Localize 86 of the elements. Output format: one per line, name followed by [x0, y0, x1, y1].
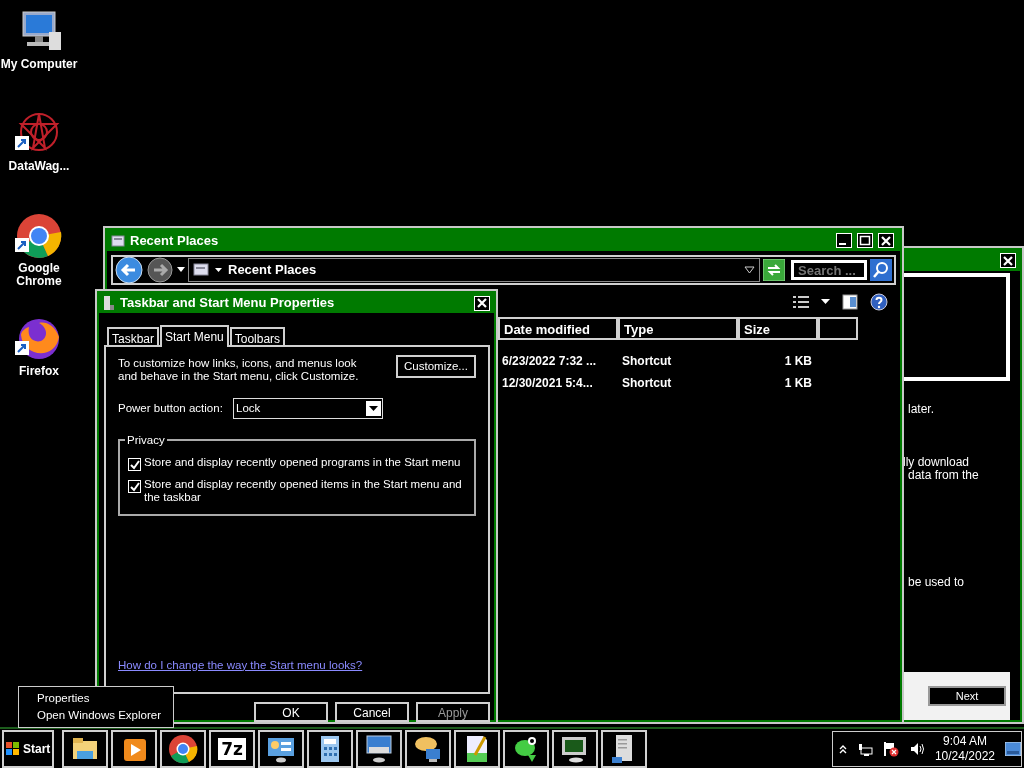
- checkbox[interactable]: [128, 480, 141, 494]
- column-header[interactable]: [818, 317, 858, 340]
- checkbox-label[interactable]: Store and display recently opened items in the Start menu and the taskbar: [144, 478, 464, 505]
- taskbar-button[interactable]: [111, 729, 157, 768]
- clock[interactable]: 9:04 AM 10/24/2022: [934, 733, 995, 764]
- flag-error-icon[interactable]: [882, 740, 899, 757]
- table-cell-text: 12/30/2021 5:4...: [501, 375, 594, 388]
- menu-item[interactable]: Properties: [19, 690, 173, 707]
- windows-logo-icon: [6, 741, 20, 756]
- dropdown-arrow-icon[interactable]: [744, 266, 755, 274]
- icon-label[interactable]: My Computer: [0, 58, 78, 71]
- help-icon[interactable]: [870, 293, 888, 311]
- show-desktop-button[interactable]: [1005, 741, 1021, 756]
- checkbox[interactable]: [128, 458, 141, 472]
- address-bar[interactable]: Recent Places: [188, 258, 760, 282]
- tab[interactable]: Taskbar: [107, 327, 160, 346]
- help-link[interactable]: How do I change the way the Start menu looks?: [118, 656, 363, 674]
- folder-icon: [111, 233, 125, 248]
- body-text: be used to: [908, 576, 966, 589]
- dialog-button[interactable]: OK: [254, 702, 328, 722]
- chevron-icon[interactable]: [838, 743, 847, 754]
- folder-icon: [193, 262, 209, 278]
- table-cell-text: Shortcut: [621, 353, 673, 366]
- taskbar-button[interactable]: 7z: [209, 729, 255, 768]
- taskbar-button[interactable]: [307, 729, 353, 768]
- power-action-dropdown[interactable]: Lock: [233, 398, 383, 420]
- column-header[interactable]: Type: [618, 317, 738, 340]
- taskbar-button[interactable]: [405, 729, 451, 768]
- search-field[interactable]: Search ...: [791, 260, 867, 280]
- taskbar-button[interactable]: [552, 729, 598, 768]
- minimize-button[interactable]: [836, 233, 852, 248]
- close-button[interactable]: [878, 233, 894, 248]
- close-icon: [1002, 254, 1014, 267]
- table-cell-text: 1 KB: [783, 353, 813, 366]
- caret-icon[interactable]: [177, 267, 185, 273]
- taskbar-button[interactable]: [258, 729, 304, 768]
- table-cell-text: Shortcut: [621, 375, 673, 388]
- view-list-icon[interactable]: [793, 295, 809, 309]
- maximize-icon: [859, 234, 871, 247]
- taskbar-button[interactable]: [356, 729, 402, 768]
- back-button[interactable]: [115, 256, 143, 284]
- menu-item[interactable]: Open Windows Explorer: [19, 707, 173, 724]
- close-button[interactable]: [474, 295, 490, 311]
- tab[interactable]: Start Menu: [160, 325, 229, 348]
- caret-icon: [215, 267, 222, 273]
- icon-label[interactable]: Google Chrome: [0, 262, 78, 288]
- caret-icon[interactable]: [821, 299, 830, 305]
- search-button[interactable]: [870, 259, 892, 281]
- icon-label[interactable]: DataWag...: [8, 160, 70, 173]
- minimize-icon: [839, 243, 846, 245]
- close-button[interactable]: [1000, 253, 1016, 268]
- taskbar-button[interactable]: [454, 729, 500, 768]
- close-icon: [476, 297, 488, 310]
- checkbox-label[interactable]: Store and display recently opened programs in the Start menu: [144, 456, 464, 470]
- window-title: Recent Places: [130, 231, 219, 250]
- taskbar-button[interactable]: [160, 729, 206, 768]
- customize-button[interactable]: Customize...: [396, 355, 476, 379]
- computer-keyboard-icon: [363, 732, 395, 765]
- taskbar-button[interactable]: [601, 729, 647, 768]
- description-text: To customize how links, icons, and menus look and behave in the Start menu, click Customize.: [118, 357, 360, 384]
- address-text: Recent Places: [228, 261, 317, 280]
- table-cell-text: 6/23/2022 7:32 ...: [501, 353, 598, 366]
- body-text: later.: [908, 403, 935, 416]
- body-text: lly download: [903, 456, 971, 469]
- taskbar-icon: [103, 295, 115, 312]
- maximize-button[interactable]: [857, 233, 873, 248]
- next-button[interactable]: Next: [928, 686, 1006, 706]
- icon-label[interactable]: Firefox: [19, 365, 59, 378]
- window-title: Taskbar and Start Menu Properties: [120, 294, 335, 313]
- close-icon: [880, 234, 892, 247]
- archive-logo: 7z: [218, 737, 246, 760]
- taskbar-button[interactable]: [503, 729, 549, 768]
- body-text: data from the: [908, 469, 980, 482]
- start-button[interactable]: Start: [2, 729, 54, 768]
- round-logo-icon: [167, 732, 199, 765]
- dialog-button[interactable]: Cancel: [335, 702, 409, 722]
- forward-button[interactable]: [146, 256, 174, 284]
- column-header[interactable]: Date modified: [498, 317, 618, 340]
- preview-pane-icon[interactable]: [842, 294, 858, 310]
- column-header[interactable]: Size: [738, 317, 818, 340]
- table-cell-text: 1 KB: [783, 375, 813, 388]
- round-logo-icon[interactable]: [15, 212, 63, 260]
- refresh-button[interactable]: [763, 259, 785, 281]
- tab[interactable]: Toolbars: [229, 327, 286, 346]
- taskbar-button[interactable]: [62, 729, 108, 768]
- field-label: Power button action:: [118, 401, 224, 417]
